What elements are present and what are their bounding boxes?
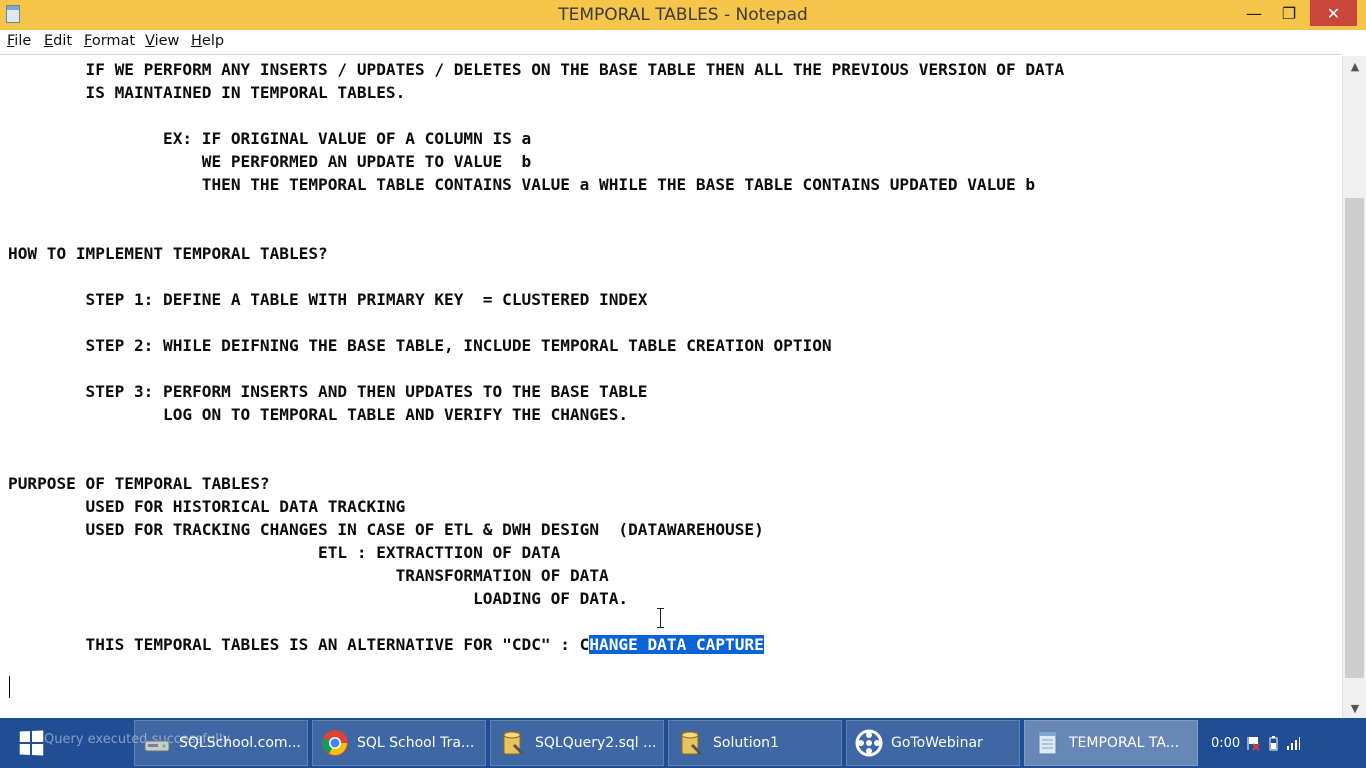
- taskbar-item-label: SQLSchool.com...: [179, 735, 301, 751]
- maximize-button[interactable]: ❐: [1266, 0, 1312, 26]
- text-line-prefix: THIS TEMPORAL TABLES IS AN ALTERNATIVE F…: [8, 635, 590, 654]
- taskbar: Query executed successfully SQLSchool.co…: [0, 718, 1366, 768]
- taskbar-item-notepad[interactable]: TEMPORAL TA...: [1024, 720, 1198, 766]
- text-line-last: THIS TEMPORAL TABLES IS AN ALTERNATIVE F…: [8, 635, 764, 655]
- text-line: USED FOR HISTORICAL DATA TRACKING: [8, 497, 406, 516]
- title-bar[interactable]: TEMPORAL TABLES - Notepad — ❐ ✕: [0, 0, 1366, 30]
- taskbar-item-chrome[interactable]: SQL School Tra...: [312, 720, 486, 766]
- scroll-up-arrow-icon[interactable]: ▲: [1343, 56, 1366, 76]
- text-line: LOG ON TO TEMPORAL TABLE AND VERIFY THE …: [8, 405, 629, 424]
- scroll-thumb[interactable]: [1345, 198, 1364, 678]
- vertical-scrollbar[interactable]: ▲ ▼: [1342, 56, 1366, 718]
- menu-view[interactable]: View: [145, 33, 179, 49]
- text-line: ETL : EXTRACTTION OF DATA: [8, 543, 561, 562]
- text-line: STEP 1: DEFINE A TABLE WITH PRIMARY KEY …: [8, 290, 648, 309]
- ssms-icon: [499, 729, 527, 757]
- close-button[interactable]: ✕: [1310, 0, 1357, 26]
- taskbar-item-label: SQLQuery2.sql ...: [535, 735, 657, 751]
- text-line: IF WE PERFORM ANY INSERTS / UPDATES / DE…: [8, 60, 1065, 79]
- system-tray: 0:00: [1205, 718, 1366, 768]
- menu-edit[interactable]: Edit: [44, 33, 72, 49]
- menu-file[interactable]: File: [7, 33, 31, 49]
- scroll-down-arrow-icon[interactable]: ▼: [1343, 698, 1366, 718]
- taskbar-item-solution[interactable]: Solution1: [668, 720, 842, 766]
- tray-clock[interactable]: 0:00: [1211, 736, 1240, 751]
- text-line: STEP 2: WHILE DEIFNING THE BASE TABLE, I…: [8, 336, 832, 355]
- notepad-icon: [1033, 729, 1061, 757]
- menu-format[interactable]: Format: [84, 33, 135, 49]
- taskbar-item-sqlschool-drive[interactable]: SQLSchool.com...: [134, 720, 308, 766]
- taskbar-item-label: GoToWebinar: [891, 735, 983, 751]
- taskbar-item-gotowebinar[interactable]: GoToWebinar: [846, 720, 1020, 766]
- taskbar-item-label: Solution1: [713, 735, 779, 751]
- text-line: USED FOR TRACKING CHANGES IN CASE OF ETL…: [8, 520, 764, 539]
- ibeam-cursor-icon: [657, 608, 665, 628]
- text-line: WE PERFORMED AN UPDATE TO VALUE b: [8, 152, 532, 171]
- ssms-icon: [677, 729, 705, 757]
- text-line: PURPOSE OF TEMPORAL TABLES?: [8, 474, 270, 493]
- network-drive-icon: [143, 729, 171, 757]
- text-line: STEP 3: PERFORM INSERTS AND THEN UPDATES…: [8, 382, 648, 401]
- windows-logo-icon: [19, 730, 44, 756]
- text-line: LOADING OF DATA.: [8, 589, 629, 608]
- text-line: THEN THE TEMPORAL TABLE CONTAINS VALUE a…: [8, 175, 1036, 194]
- text-line: EX: IF ORIGINAL VALUE OF A COLUMN IS a: [8, 129, 532, 148]
- battery-icon[interactable]: [1266, 735, 1280, 751]
- menu-help[interactable]: Help: [191, 33, 224, 49]
- taskbar-item-label: TEMPORAL TA...: [1069, 735, 1180, 751]
- text-selection[interactable]: HANGE DATA CAPTURE: [589, 635, 764, 654]
- taskbar-item-label: SQL School Tra...: [357, 735, 475, 751]
- menu-bar: File Edit Format View Help: [0, 30, 1366, 54]
- gotowebinar-icon: [855, 729, 883, 757]
- signal-bars-icon[interactable]: [1286, 735, 1301, 751]
- text-editor[interactable]: IF WE PERFORM ANY INSERTS / UPDATES / DE…: [0, 54, 1342, 719]
- taskbar-item-sqlquery[interactable]: SQLQuery2.sql ...: [490, 720, 664, 766]
- text-caret: [9, 676, 10, 698]
- action-center-flag-icon[interactable]: [1246, 735, 1260, 751]
- text-line: HOW TO IMPLEMENT TEMPORAL TABLES?: [8, 244, 328, 263]
- text-line: TRANSFORMATION OF DATA: [8, 566, 609, 585]
- chrome-icon: [321, 729, 349, 757]
- text-line: IS MAINTAINED IN TEMPORAL TABLES.: [8, 83, 406, 102]
- window-title: TEMPORAL TABLES - Notepad: [558, 5, 808, 25]
